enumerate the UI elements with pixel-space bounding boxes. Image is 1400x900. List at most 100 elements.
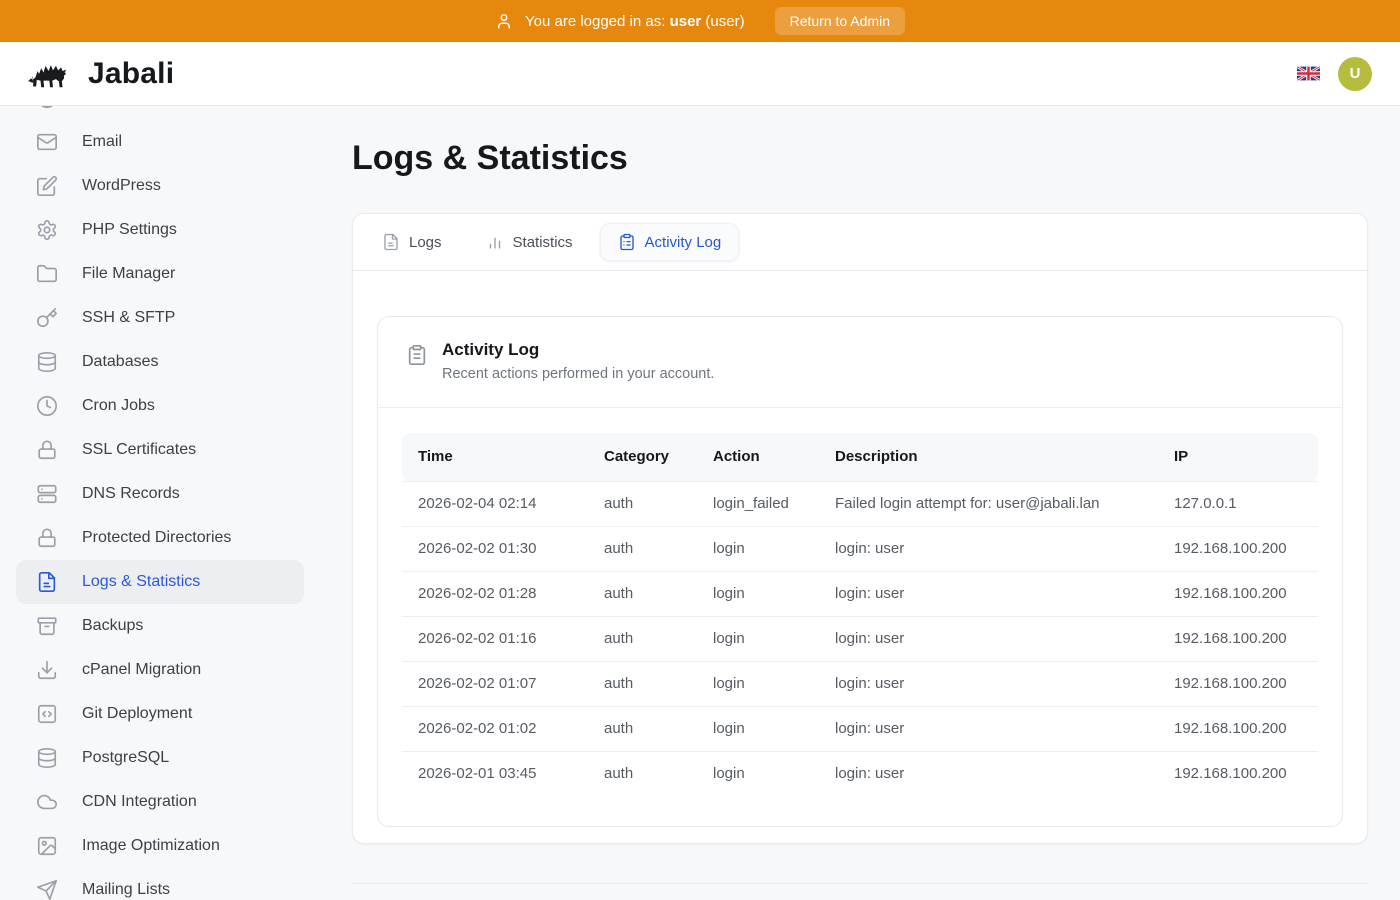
globe-icon — [36, 106, 58, 109]
table-cell: login — [697, 526, 819, 571]
table-cell: auth — [588, 481, 697, 526]
activity-card-title: Activity Log — [442, 340, 714, 360]
brand[interactable]: Jabali — [28, 55, 174, 93]
logged-in-role: (user) — [705, 13, 744, 30]
table-cell: login_failed — [697, 481, 819, 526]
sidebar-item-label: DNS Records — [82, 485, 180, 503]
brand-name: Jabali — [88, 57, 174, 91]
sidebar-item-image-optimization[interactable]: Image Optimization — [16, 824, 304, 868]
sidebar-item-label: Email — [82, 133, 122, 151]
logs-card: LogsStatisticsActivity Log Activity Lo — [352, 213, 1368, 844]
table-row: 2026-02-02 01:02authloginlogin: user192.… — [402, 706, 1318, 751]
table-cell: 2026-02-04 02:14 — [402, 481, 588, 526]
logged-in-text: You are logged in as: user (user) — [525, 13, 745, 30]
sidebar-item-file-manager[interactable]: File Manager — [16, 252, 304, 296]
sidebar-item-label: PostgreSQL — [82, 749, 169, 767]
footer-divider — [352, 883, 1368, 900]
language-flag-icon[interactable] — [1297, 66, 1320, 81]
table-cell: 192.168.100.200 — [1158, 661, 1318, 706]
sidebar-item-mailing-lists[interactable]: Mailing Lists — [16, 868, 304, 900]
database-icon — [36, 747, 58, 769]
column-header-action: Action — [697, 433, 819, 481]
activity-log-table: TimeCategoryActionDescriptionIP 2026-02-… — [402, 433, 1318, 796]
table-cell: login — [697, 571, 819, 616]
main-content: Logs & Statistics Logs Statistics Activity… — [320, 106, 1400, 900]
user-avatar[interactable]: U — [1338, 57, 1372, 91]
table-cell: 2026-02-02 01:16 — [402, 616, 588, 661]
mail-icon — [36, 131, 58, 153]
table-cell: auth — [588, 616, 697, 661]
table-row: 2026-02-02 01:07authloginlogin: user192.… — [402, 661, 1318, 706]
sidebar-item-cron-jobs[interactable]: Cron Jobs — [16, 384, 304, 428]
sidebar-item-git-deployment[interactable]: Git Deployment — [16, 692, 304, 736]
column-header-category: Category — [588, 433, 697, 481]
sidebar-item-label: Mailing Lists — [82, 881, 170, 899]
sidebar-item-protected-directories[interactable]: Protected Directories — [16, 516, 304, 560]
sidebar-item-ssl-certificates[interactable]: SSL Certificates — [16, 428, 304, 472]
sidebar-item-label: SSL Certificates — [82, 441, 196, 459]
file-text-icon — [382, 233, 400, 251]
table-cell: auth — [588, 526, 697, 571]
activity-card-subtitle: Recent actions performed in your account… — [442, 366, 714, 382]
table-cell: auth — [588, 751, 697, 796]
return-to-admin-button[interactable]: Return to Admin — [775, 7, 905, 35]
table-row: 2026-02-02 01:30authloginlogin: user192.… — [402, 526, 1318, 571]
sidebar-item-hidden[interactable] — [16, 106, 304, 116]
server-icon — [36, 483, 58, 505]
sidebar-item-cpanel-migration[interactable]: cPanel Migration — [16, 648, 304, 692]
activity-log-card: Activity Log Recent actions performed in… — [377, 316, 1343, 827]
table-cell: 192.168.100.200 — [1158, 526, 1318, 571]
sidebar-item-cdn-integration[interactable]: CDN Integration — [16, 780, 304, 824]
sidebar-item-wordpress[interactable]: WordPress — [16, 164, 304, 208]
sidebar-item-logs-statistics[interactable]: Logs & Statistics — [16, 560, 304, 604]
table-cell: 192.168.100.200 — [1158, 706, 1318, 751]
table-cell: 2026-02-02 01:28 — [402, 571, 588, 616]
table-cell: 127.0.0.1 — [1158, 481, 1318, 526]
table-cell: login: user — [819, 526, 1158, 571]
table-body: 2026-02-04 02:14authlogin_failedFailed l… — [402, 481, 1318, 796]
table-cell: auth — [588, 661, 697, 706]
user-icon — [495, 12, 513, 30]
sidebar-item-label: PHP Settings — [82, 221, 177, 239]
sidebar-item-dns-records[interactable]: DNS Records — [16, 472, 304, 516]
tab-label: Statistics — [513, 234, 573, 251]
sidebar-item-label: CDN Integration — [82, 793, 197, 811]
page-title: Logs & Statistics — [352, 139, 1368, 178]
table-cell: login — [697, 706, 819, 751]
sidebar-item-label: WordPress — [82, 177, 161, 195]
logged-in-username: user — [670, 13, 702, 30]
table-row: 2026-02-01 03:45authloginlogin: user192.… — [402, 751, 1318, 796]
key-icon — [36, 307, 58, 329]
tab-label: Logs — [409, 234, 442, 251]
table-cell: 192.168.100.200 — [1158, 571, 1318, 616]
folder-icon — [36, 263, 58, 285]
boar-logo-icon — [28, 55, 78, 93]
sidebar-item-postgresql[interactable]: PostgreSQL — [16, 736, 304, 780]
sidebar-item-databases[interactable]: Databases — [16, 340, 304, 384]
tab-activity-log[interactable]: Activity Log — [600, 223, 740, 261]
gear-icon — [36, 219, 58, 241]
table-cell: 192.168.100.200 — [1158, 751, 1318, 796]
app-header: Jabali U — [0, 42, 1400, 106]
table-cell: Failed login attempt for: user@jabali.la… — [819, 481, 1158, 526]
tab-logs[interactable]: Logs — [365, 224, 459, 260]
download-icon — [36, 659, 58, 681]
sidebar-item-php-settings[interactable]: PHP Settings — [16, 208, 304, 252]
cloud-icon — [36, 791, 58, 813]
table-header: TimeCategoryActionDescriptionIP — [402, 433, 1318, 481]
lock-icon — [36, 527, 58, 549]
clock-icon — [36, 395, 58, 417]
image-icon — [36, 835, 58, 857]
table-cell: login: user — [819, 661, 1158, 706]
sidebar-item-label: Logs & Statistics — [82, 573, 200, 591]
tab-statistics[interactable]: Statistics — [469, 224, 590, 260]
sidebar-item-ssh-sftp[interactable]: SSH & SFTP — [16, 296, 304, 340]
code-icon — [36, 703, 58, 725]
clipboard-list-icon — [618, 233, 636, 251]
sidebar-item-email[interactable]: Email — [16, 120, 304, 164]
sidebar-item-backups[interactable]: Backups — [16, 604, 304, 648]
column-header-ip: IP — [1158, 433, 1318, 481]
table-cell: login — [697, 616, 819, 661]
table-cell: 2026-02-02 01:02 — [402, 706, 588, 751]
table-row: 2026-02-04 02:14authlogin_failedFailed l… — [402, 481, 1318, 526]
